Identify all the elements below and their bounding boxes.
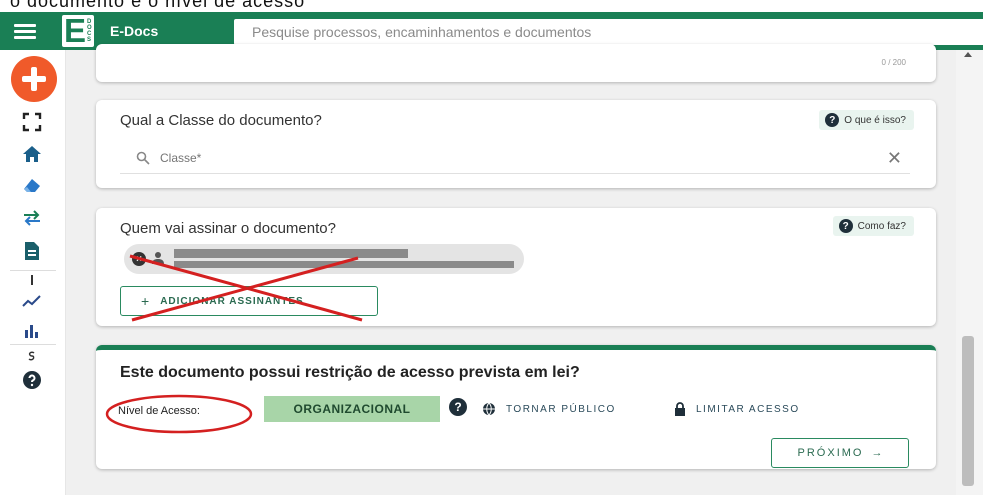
- classe-title: Qual a Classe do documento?: [120, 112, 322, 129]
- red-cross-annotation: [129, 254, 363, 322]
- limit-access-label: LIMITAR ACESSO: [696, 403, 800, 415]
- access-card: Este documento possui restrição de acess…: [96, 345, 936, 469]
- lock-icon: [675, 402, 685, 416]
- menu-icon[interactable]: [14, 24, 36, 39]
- eraser-icon[interactable]: [20, 175, 44, 195]
- limit-access-link[interactable]: LIMITAR ACESSO: [674, 402, 800, 416]
- transfer-arrows-icon[interactable]: [20, 208, 44, 228]
- make-public-label: TORNAR PÚBLICO: [506, 403, 616, 415]
- globe-icon: [483, 402, 495, 416]
- classe-help-label: O que é isso?: [844, 114, 906, 126]
- global-search[interactable]: [234, 19, 983, 45]
- sidebar-rail: [0, 50, 66, 495]
- classe-card: Qual a Classe do documento? ? O que é is…: [96, 100, 936, 188]
- access-level-help-icon[interactable]: ?: [449, 398, 467, 416]
- signers-help-label: Como faz?: [857, 220, 906, 232]
- top-strip-text: o documento e o nível de acesso: [10, 0, 306, 11]
- line-chart-icon[interactable]: [20, 291, 44, 311]
- fullscreen-icon[interactable]: [20, 112, 44, 132]
- classe-help-chip[interactable]: ? O que é isso?: [819, 110, 914, 130]
- classe-field[interactable]: ✕: [120, 142, 910, 174]
- signers-help-chip[interactable]: ? Como faz?: [832, 216, 914, 236]
- help-icon: ?: [825, 113, 840, 127]
- char-counter: 0 / 200: [881, 58, 906, 67]
- clear-icon[interactable]: ✕: [887, 148, 902, 169]
- help-icon: ?: [838, 219, 853, 233]
- arrow-right-icon: →: [871, 447, 883, 459]
- global-search-input[interactable]: [252, 24, 983, 40]
- main-content: 0 / 200 Qual a Classe do documento? ? O …: [66, 44, 956, 495]
- access-title: Este documento possui restrição de acess…: [120, 364, 580, 381]
- classe-input[interactable]: [160, 150, 910, 165]
- description-card: 0 / 200: [96, 44, 936, 82]
- make-public-link[interactable]: TORNAR PÚBLICO: [482, 402, 616, 416]
- bar-chart-icon[interactable]: [20, 320, 44, 340]
- signers-card: Quem vai assinar o documento? ? Como faz…: [96, 208, 936, 326]
- scroll-up-icon[interactable]: [964, 52, 972, 57]
- edocs-logo: ED O C S: [62, 12, 94, 49]
- divider-mark: [20, 274, 44, 286]
- red-ellipse-annotation: [105, 394, 253, 434]
- s-mark: [20, 350, 44, 362]
- home-icon[interactable]: [20, 144, 44, 164]
- next-button[interactable]: PRÓXIMO →: [771, 438, 909, 468]
- help-icon[interactable]: [20, 370, 44, 390]
- top-strip: o documento e o nível de acesso: [0, 0, 983, 12]
- next-label: PRÓXIMO: [797, 447, 864, 459]
- document-icon[interactable]: [20, 241, 44, 261]
- new-document-button[interactable]: [11, 56, 57, 102]
- app-name: E-Docs: [110, 23, 159, 39]
- signers-title: Quem vai assinar o documento?: [120, 220, 336, 237]
- access-level-value: ORGANIZACIONAL: [264, 396, 440, 422]
- scrollbar-thumb[interactable]: [962, 336, 974, 486]
- search-icon: [136, 151, 150, 165]
- vertical-scrollbar[interactable]: [956, 50, 983, 495]
